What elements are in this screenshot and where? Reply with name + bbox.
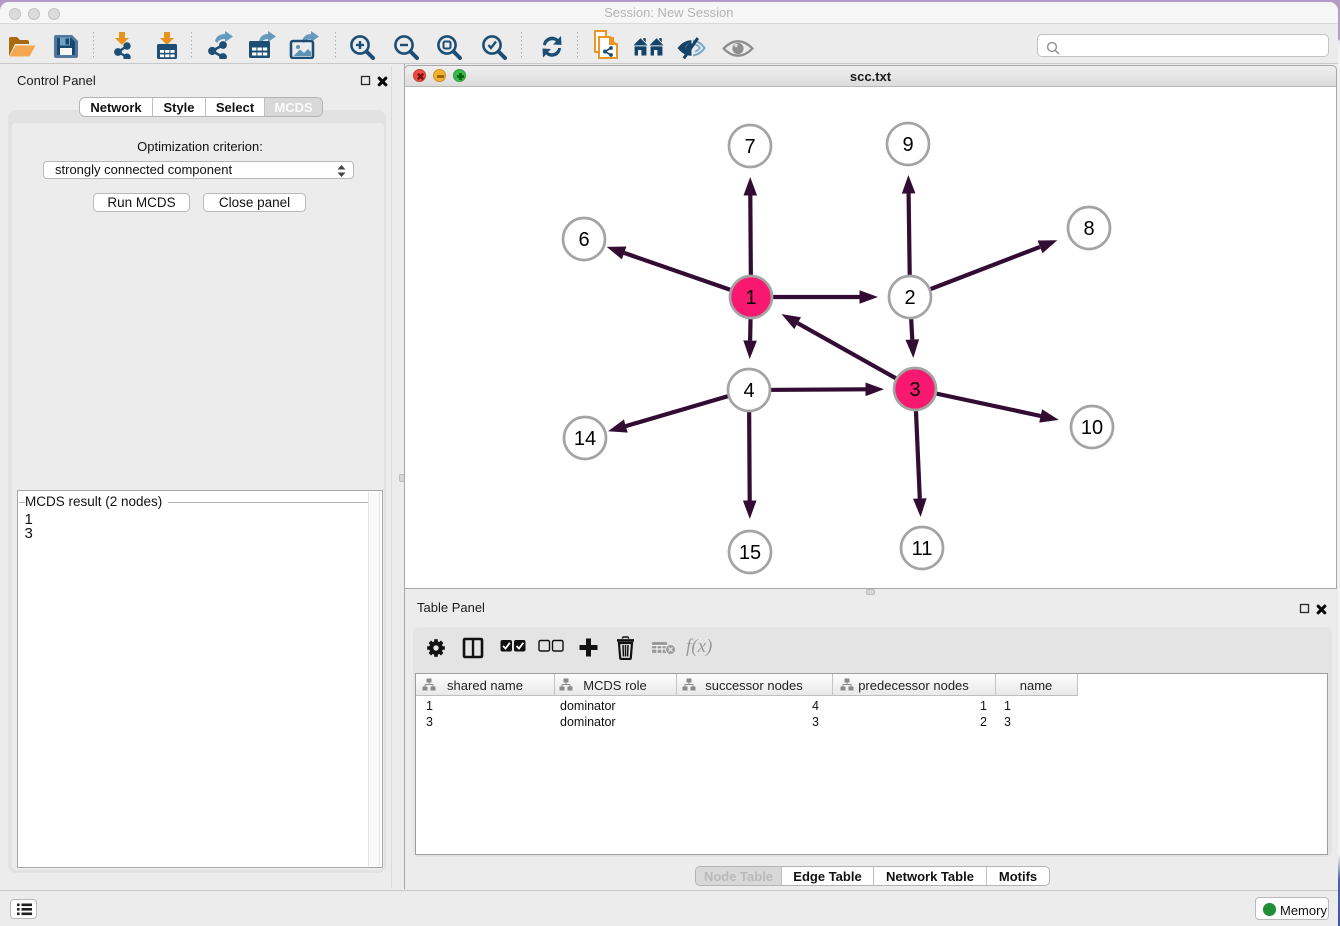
- svg-text:4: 4: [743, 380, 754, 402]
- svg-text:1: 1: [745, 287, 756, 309]
- svg-text:15: 15: [739, 542, 761, 564]
- svg-text:3: 3: [909, 379, 920, 401]
- svg-text:9: 9: [902, 134, 913, 156]
- svg-text:2: 2: [904, 287, 915, 309]
- svg-text:6: 6: [578, 229, 589, 251]
- svg-text:14: 14: [574, 428, 596, 450]
- svg-text:8: 8: [1083, 218, 1094, 240]
- svg-text:11: 11: [912, 538, 933, 560]
- svg-text:10: 10: [1081, 417, 1103, 439]
- svg-text:7: 7: [744, 136, 755, 158]
